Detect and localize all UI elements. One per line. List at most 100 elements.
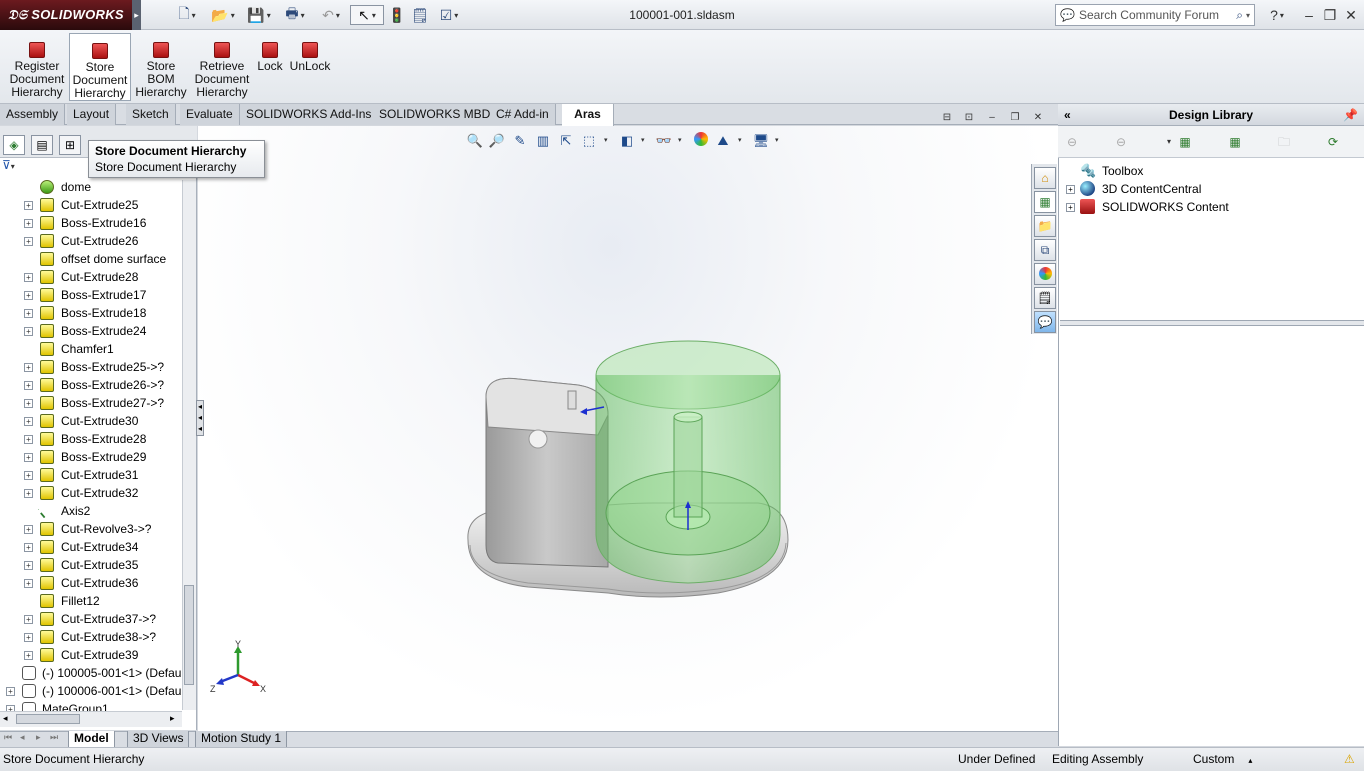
tab-3d-views[interactable]: 3D Views bbox=[127, 731, 190, 747]
filter-button[interactable]: ⊽▾ bbox=[2, 158, 32, 174]
pin-icon[interactable]: 📌 bbox=[1343, 104, 1358, 126]
expand-icon[interactable]: + bbox=[24, 453, 33, 462]
tab-scroll-next-icon[interactable]: ▸ bbox=[36, 732, 41, 743]
tab-scroll-last-icon[interactable]: ⏭ bbox=[50, 732, 58, 743]
display-style-icon[interactable]: ◧ bbox=[618, 132, 636, 150]
viewport-minimize-icon[interactable]: – bbox=[985, 112, 999, 126]
tree-item[interactable]: + Boss-Extrude24 bbox=[0, 322, 182, 340]
view-palette-tab[interactable]: ⧉ bbox=[1034, 239, 1056, 261]
tree-item[interactable]: + Cut-Extrude37->? bbox=[0, 610, 182, 628]
expand-icon[interactable]: + bbox=[24, 435, 33, 444]
options-button[interactable]: ☑ ▾ bbox=[432, 5, 466, 25]
tree-item[interactable]: + Boss-Extrude27->? bbox=[0, 394, 182, 412]
view-orientation-icon[interactable]: ⬚ bbox=[580, 132, 598, 150]
design-library-tab[interactable]: ▦ bbox=[1034, 191, 1056, 213]
menu-expand-arrow-icon[interactable]: ▸ bbox=[132, 0, 141, 30]
feature-tree-tab[interactable]: ◈ bbox=[3, 135, 25, 155]
chevron-down-icon[interactable]: ▾ bbox=[641, 136, 645, 144]
print-button[interactable]: 🖶 ▾ bbox=[278, 5, 312, 25]
expand-icon[interactable]: + bbox=[24, 525, 33, 534]
tab-model[interactable]: Model bbox=[68, 731, 115, 747]
back-icon[interactable]: ⊖ bbox=[1063, 134, 1081, 150]
scroll-right-icon[interactable]: ▸ bbox=[170, 713, 175, 724]
expand-icon[interactable]: + bbox=[24, 363, 33, 372]
tree-item[interactable]: Chamfer1 bbox=[0, 340, 182, 358]
rebuild-button[interactable]: 🚦 bbox=[388, 5, 406, 25]
add-to-library-icon[interactable]: ▦ bbox=[1176, 134, 1194, 150]
search-icon[interactable]: ⌕ bbox=[1236, 8, 1243, 23]
unit-system-selector[interactable]: Custom ▴ bbox=[1193, 748, 1252, 770]
expand-icon[interactable]: + bbox=[24, 543, 33, 552]
expand-icon[interactable]: + bbox=[1066, 203, 1075, 212]
tree-item[interactable]: + Boss-Extrude18 bbox=[0, 304, 182, 322]
register-document-hierarchy-button[interactable]: Register Document Hierarchy bbox=[6, 33, 68, 101]
expand-icon[interactable]: + bbox=[24, 237, 33, 246]
tab-assembly[interactable]: Assembly bbox=[0, 104, 66, 125]
section-view-icon[interactable]: ▥ bbox=[534, 132, 552, 150]
new-document-button[interactable]: 🗋 ▾ bbox=[170, 5, 204, 25]
tree-item[interactable]: + Boss-Extrude29 bbox=[0, 448, 182, 466]
tree-horizontal-scroll-thumb[interactable] bbox=[16, 714, 80, 724]
close-button[interactable]: ✕ bbox=[1342, 5, 1360, 25]
store-document-hierarchy-button[interactable]: Store Document Hierarchy bbox=[69, 33, 131, 101]
forum-tab[interactable]: 💬 bbox=[1034, 311, 1056, 333]
create-new-folder-icon[interactable]: 🗀 bbox=[1275, 134, 1293, 150]
chevron-down-icon[interactable]: ▾ bbox=[1246, 11, 1250, 20]
viewport-restore-icon[interactable]: ❐ bbox=[1008, 112, 1022, 126]
unlock-button[interactable]: UnLock bbox=[288, 33, 332, 101]
tab-sketch[interactable]: Sketch bbox=[126, 104, 176, 125]
tree-item[interactable]: + Cut-Extrude25 bbox=[0, 196, 182, 214]
expand-icon[interactable]: + bbox=[24, 399, 33, 408]
split-vertical-icon[interactable]: ⊡ bbox=[962, 112, 976, 126]
tree-item[interactable]: + Cut-Extrude26 bbox=[0, 232, 182, 250]
panel-collapse-handle[interactable]: ◂ ◂ ◂ bbox=[196, 400, 204, 436]
forward-icon[interactable]: ⊖ bbox=[1112, 134, 1130, 150]
expand-icon[interactable]: + bbox=[24, 579, 33, 588]
expand-icon[interactable]: + bbox=[24, 201, 33, 210]
expand-icon[interactable]: + bbox=[24, 615, 33, 624]
tab-aras[interactable]: Aras bbox=[562, 104, 614, 126]
tree-item[interactable]: Axis2 bbox=[0, 502, 182, 520]
assembly-model[interactable] bbox=[458, 335, 798, 605]
viewport-close-icon[interactable]: ✕ bbox=[1031, 112, 1045, 126]
zoom-to-area-icon[interactable]: 🔎 bbox=[488, 132, 506, 150]
tree-item[interactable]: + Cut-Extrude30 bbox=[0, 412, 182, 430]
appearances-tab[interactable] bbox=[1034, 263, 1056, 285]
tree-item[interactable]: + Cut-Extrude34 bbox=[0, 538, 182, 556]
chevron-down-icon[interactable]: ▾ bbox=[738, 136, 742, 144]
expand-icon[interactable]: + bbox=[6, 687, 15, 696]
lock-button[interactable]: Lock bbox=[255, 33, 285, 101]
expand-icon[interactable]: + bbox=[24, 273, 33, 282]
scroll-left-icon[interactable]: ◂ bbox=[3, 713, 8, 724]
tab-csharp-add-in[interactable]: C# Add-in bbox=[490, 104, 556, 125]
chevron-down-icon[interactable]: ▾ bbox=[678, 136, 682, 144]
tree-item[interactable]: dome bbox=[0, 178, 182, 196]
expand-icon[interactable]: + bbox=[24, 381, 33, 390]
retrieve-document-hierarchy-button[interactable]: Retrieve Document Hierarchy bbox=[191, 33, 253, 101]
search-input[interactable]: Search Community Forum bbox=[1075, 8, 1236, 22]
apply-scene-icon[interactable]: ⛰ bbox=[714, 132, 732, 150]
property-manager-tab[interactable]: ▤ bbox=[31, 135, 53, 155]
chevron-down-icon[interactable]: ▾ bbox=[775, 136, 779, 144]
tree-item[interactable]: (-) 100005-001<1> (Default bbox=[0, 664, 182, 682]
edit-appearance-icon[interactable] bbox=[692, 132, 710, 150]
solidworks-logo[interactable]: 𝔇𝔖 SOLIDWORKS bbox=[0, 0, 132, 30]
tree-item[interactable]: Fillet12 bbox=[0, 592, 182, 610]
tree-item[interactable]: + Cut-Extrude38->? bbox=[0, 628, 182, 646]
tree-vertical-scroll-thumb[interactable] bbox=[184, 585, 194, 685]
expand-icon[interactable]: + bbox=[24, 291, 33, 300]
previous-view-icon[interactable]: ✎ bbox=[511, 132, 529, 150]
tab-evaluate[interactable]: Evaluate bbox=[180, 104, 240, 125]
tree-item[interactable]: + Cut-Extrude36 bbox=[0, 574, 182, 592]
tree-item[interactable]: + Cut-Extrude31 bbox=[0, 466, 182, 484]
tree-item[interactable]: + Boss-Extrude28 bbox=[0, 430, 182, 448]
tab-layout[interactable]: Layout bbox=[67, 104, 117, 125]
tree-item[interactable]: + Boss-Extrude25->? bbox=[0, 358, 182, 376]
chevron-down-icon[interactable]: ▾ bbox=[604, 136, 608, 144]
search-field[interactable]: 💬 Search Community Forum ⌕ ▾ bbox=[1055, 4, 1255, 26]
select-button[interactable]: ↖ ▾ bbox=[350, 5, 384, 25]
expand-icon[interactable]: + bbox=[24, 489, 33, 498]
tree-item[interactable]: + Cut-Revolve3->? bbox=[0, 520, 182, 538]
tab-scroll-first-icon[interactable]: ⏮ bbox=[4, 732, 12, 743]
expand-icon[interactable]: + bbox=[24, 327, 33, 336]
